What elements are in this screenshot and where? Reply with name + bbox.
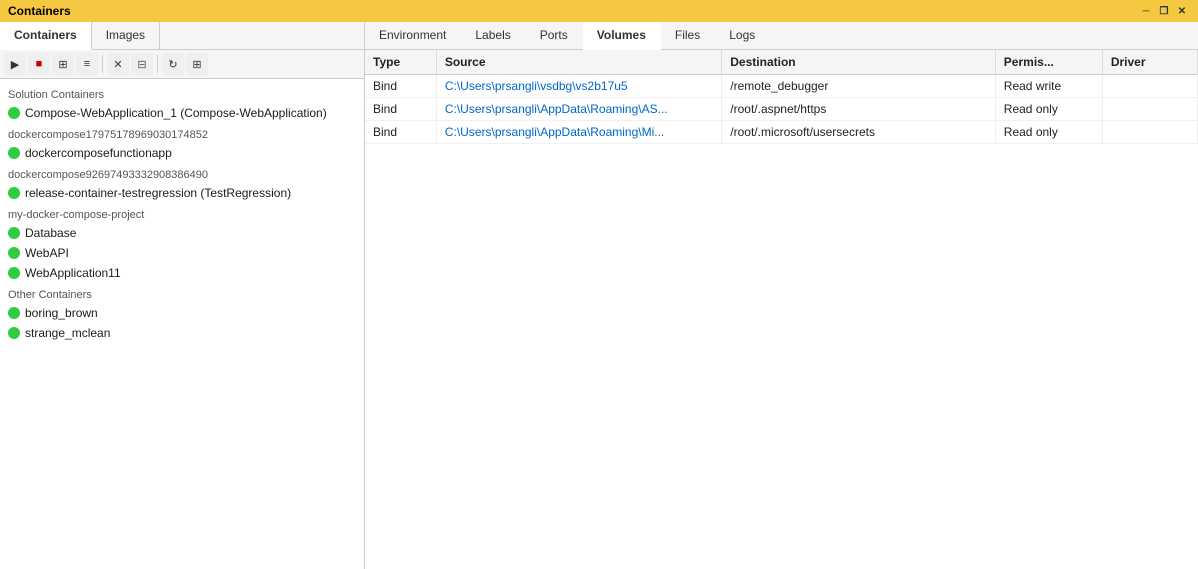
cell-driver [1102,98,1197,121]
group-my-docker-compose: my-docker-compose-project [0,203,364,223]
cell-driver [1102,121,1197,144]
col-header-driver: Driver [1102,50,1197,75]
volumes-table: Type Source Destination Permis... Driver… [365,50,1198,144]
cell-type: Bind [365,98,436,121]
table-row[interactable]: BindC:\Users\prsangli\vsdbg\vs2b17u5/rem… [365,75,1198,98]
group-dockercompose1: dockercompose17975178969030174852 [0,123,364,143]
tab-ports[interactable]: Ports [526,22,583,49]
left-tabs: Containers Images [0,22,364,50]
table-header-row: Type Source Destination Permis... Driver [365,50,1198,75]
list-item[interactable]: release-container-testregression (TestRe… [0,183,364,203]
tab-images[interactable]: Images [92,22,160,49]
item-label: Compose-WebApplication_1 (Compose-WebApp… [25,106,327,120]
status-icon [8,227,20,239]
cell-destination: /remote_debugger [722,75,996,98]
cell-permissions: Read write [995,75,1102,98]
toolbar-separator [102,55,103,73]
item-label: WebAPI [25,246,69,260]
item-label: strange_mclean [25,326,110,340]
window-controls: ─ ❐ ✕ [1138,3,1190,19]
col-header-source: Source [436,50,721,75]
cell-source[interactable]: C:\Users\prsangli\AppData\Roaming\Mi... [436,121,721,144]
stop-button[interactable]: ■ [28,53,50,75]
tab-volumes[interactable]: Volumes [583,22,661,50]
toolbar: ▶ ■ ⊞ ≡ ✕ ⊟ ↻ ⊞ [0,50,364,79]
cell-source[interactable]: C:\Users\prsangli\AppData\Roaming\AS... [436,98,721,121]
col-header-type: Type [365,50,436,75]
logs-button[interactable]: ≡ [76,53,98,75]
status-icon [8,307,20,319]
list-item[interactable]: dockercomposefunctionapp [0,143,364,163]
refresh-button[interactable]: ↻ [162,53,184,75]
group-dockercompose2: dockercompose92697493332908386490 [0,163,364,183]
cell-driver [1102,75,1197,98]
cell-permissions: Read only [995,121,1102,144]
list-item[interactable]: WebApplication11 [0,263,364,283]
cell-source[interactable]: C:\Users\prsangli\vsdbg\vs2b17u5 [436,75,721,98]
tab-environment[interactable]: Environment [365,22,461,49]
col-header-permissions: Permis... [995,50,1102,75]
minimize-icon[interactable]: ─ [1138,3,1154,19]
item-label: WebApplication11 [25,266,121,280]
col-header-destination: Destination [722,50,996,75]
window-title: Containers [8,4,71,18]
cell-destination: /root/.aspnet/https [722,98,996,121]
table-area: Type Source Destination Permis... Driver… [365,50,1198,569]
list-item[interactable]: Database [0,223,364,243]
item-label: Database [25,226,76,240]
status-icon [8,107,20,119]
table-row[interactable]: BindC:\Users\prsangli\AppData\Roaming\AS… [365,98,1198,121]
item-label: boring_brown [25,306,98,320]
close-icon[interactable]: ✕ [1174,3,1190,19]
tab-labels[interactable]: Labels [461,22,525,49]
list-item[interactable]: boring_brown [0,303,364,323]
left-panel: Containers Images ▶ ■ ⊞ ≡ ✕ ⊟ ↻ ⊞ Soluti… [0,22,365,569]
table-row[interactable]: BindC:\Users\prsangli\AppData\Roaming\Mi… [365,121,1198,144]
group-other-containers: Other Containers [0,283,364,303]
attach-button[interactable]: ⊞ [52,53,74,75]
group-solution-containers: Solution Containers [0,83,364,103]
settings-button[interactable]: ⊞ [186,53,208,75]
list-item[interactable]: strange_mclean [0,323,364,343]
restore-icon[interactable]: ❐ [1156,3,1172,19]
status-icon [8,267,20,279]
item-label: dockercomposefunctionapp [25,146,172,160]
status-icon [8,247,20,259]
tab-logs[interactable]: Logs [715,22,770,49]
list-item[interactable]: Compose-WebApplication_1 (Compose-WebApp… [0,103,364,123]
cell-permissions: Read only [995,98,1102,121]
tree-area: Solution Containers Compose-WebApplicati… [0,79,364,569]
play-button[interactable]: ▶ [4,53,26,75]
cell-destination: /root/.microsoft/usersecrets [722,121,996,144]
title-bar: Containers ─ ❐ ✕ [0,0,1198,22]
status-icon [8,327,20,339]
new-button[interactable]: ⊟ [131,53,153,75]
status-icon [8,187,20,199]
main-container: Containers Images ▶ ■ ⊞ ≡ ✕ ⊟ ↻ ⊞ Soluti… [0,22,1198,569]
list-item[interactable]: WebAPI [0,243,364,263]
delete-button[interactable]: ✕ [107,53,129,75]
status-icon [8,147,20,159]
tab-containers[interactable]: Containers [0,22,92,50]
right-panel: Environment Labels Ports Volumes Files L… [365,22,1198,569]
tab-files[interactable]: Files [661,22,715,49]
item-label: release-container-testregression (TestRe… [25,186,291,200]
right-tabs: Environment Labels Ports Volumes Files L… [365,22,1198,50]
cell-type: Bind [365,75,436,98]
cell-type: Bind [365,121,436,144]
toolbar-separator-2 [157,55,158,73]
